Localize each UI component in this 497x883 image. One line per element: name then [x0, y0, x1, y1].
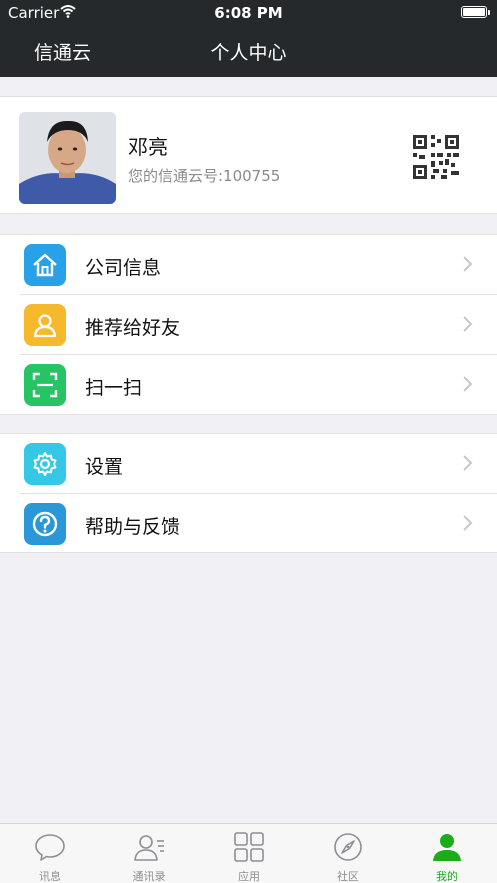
- tab-label: 社区: [337, 870, 359, 883]
- status-time: 6:08 PM: [214, 4, 283, 22]
- menu-group-primary: 公司信息 推荐给好友 扫一扫: [0, 234, 497, 415]
- tab-contacts[interactable]: 通讯录: [99, 824, 199, 883]
- chevron-right-icon: [463, 316, 473, 332]
- menu-label: 公司信息: [85, 257, 162, 279]
- contacts-icon: [134, 835, 164, 861]
- person-icon: [24, 304, 66, 346]
- avatar[interactable]: [19, 112, 116, 204]
- menu-item-settings[interactable]: 设置: [0, 434, 497, 494]
- menu-label: 帮助与反馈: [85, 516, 181, 538]
- compass-icon: [334, 833, 362, 861]
- menu-label: 扫一扫: [85, 377, 143, 399]
- chat-bubble-icon: [35, 834, 65, 861]
- tab-bar: 讯息 通讯录 应用 社区 我的: [0, 823, 497, 883]
- menu-item-company-info[interactable]: 公司信息: [0, 235, 497, 295]
- tab-community[interactable]: 社区: [298, 824, 398, 883]
- help-icon: [24, 503, 66, 545]
- house-icon: [24, 244, 66, 286]
- chevron-right-icon: [463, 256, 473, 272]
- tab-label: 通讯录: [132, 870, 166, 883]
- menu-label: 设置: [85, 456, 124, 478]
- status-bar: Carrier 6:08 PM: [0, 0, 497, 26]
- tab-messages[interactable]: 讯息: [0, 824, 100, 883]
- tab-label: 讯息: [39, 870, 61, 883]
- page-title: 个人中心: [210, 42, 287, 64]
- qr-code-icon[interactable]: [413, 135, 459, 179]
- user-icon: [433, 834, 461, 861]
- tab-label: 我的: [436, 870, 458, 883]
- chevron-right-icon: [463, 515, 473, 531]
- grid-icon: [234, 832, 264, 862]
- avatar-photo: [19, 112, 116, 204]
- profile-card[interactable]: 邓亮 您的信通云号:100755: [0, 96, 497, 214]
- battery-icon: [461, 6, 490, 18]
- nav-bar: 信通云 个人中心: [0, 26, 497, 77]
- menu-group-secondary: 设置 帮助与反馈: [0, 433, 497, 553]
- scan-icon: [24, 364, 66, 406]
- tab-label: 应用: [238, 870, 260, 883]
- tab-apps[interactable]: 应用: [199, 824, 299, 883]
- menu-item-scan[interactable]: 扫一扫: [0, 355, 497, 415]
- profile-name: 邓亮: [128, 135, 168, 159]
- chevron-right-icon: [463, 455, 473, 471]
- gear-icon: [24, 443, 66, 485]
- menu-label: 推荐给好友: [85, 317, 181, 339]
- chevron-right-icon: [463, 376, 473, 392]
- menu-item-recommend-friend[interactable]: 推荐给好友: [0, 295, 497, 355]
- menu-item-help-feedback[interactable]: 帮助与反馈: [0, 494, 497, 554]
- tab-me[interactable]: 我的: [397, 824, 497, 883]
- profile-account-id: 您的信通云号:100755: [128, 167, 281, 185]
